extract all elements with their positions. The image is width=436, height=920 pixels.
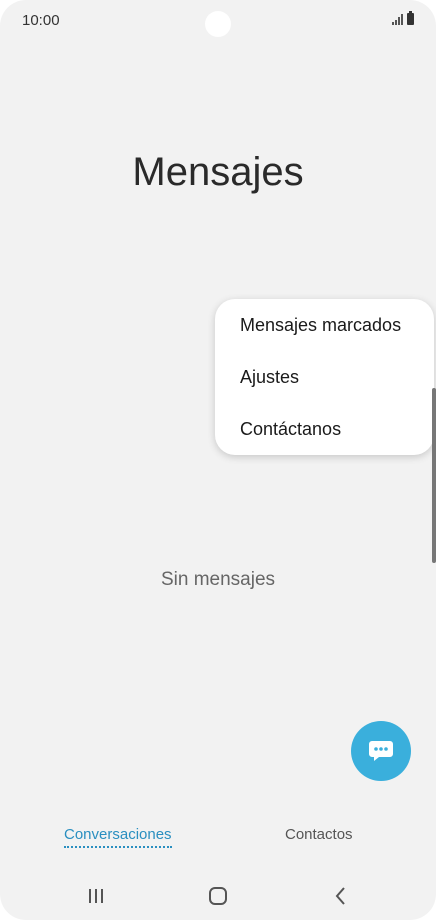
tab-conversations[interactable]: Conversaciones [64, 826, 172, 848]
status-time: 10:00 [22, 12, 60, 29]
scrollbar[interactable] [432, 388, 436, 563]
empty-state-text: Sin mensajes [160, 569, 276, 590]
home-button[interactable] [203, 884, 233, 908]
front-camera [205, 11, 231, 37]
home-icon [209, 887, 227, 905]
back-icon [335, 887, 345, 905]
back-button[interactable] [326, 884, 356, 908]
tab-contacts[interactable]: Contactos [285, 826, 353, 843]
recent-apps-icon [89, 889, 103, 903]
status-icons [392, 11, 414, 25]
status-bar: 10:00 [0, 0, 436, 44]
compose-button[interactable] [351, 721, 411, 781]
battery-icon [407, 11, 414, 25]
menu-item-contact-us[interactable]: Contáctanos [240, 419, 341, 440]
menu-item-starred-messages[interactable]: Mensajes marcados [240, 315, 401, 336]
app-title: Mensajes [132, 150, 304, 194]
navigation-bar [0, 876, 436, 916]
menu-item-settings[interactable]: Ajustes [240, 367, 299, 388]
phone-screen: 10:00 Mensajes Mensajes marcados Ajustes… [0, 0, 436, 920]
chat-bubble-icon [369, 741, 393, 761]
overflow-menu: Mensajes marcados Ajustes Contáctanos [215, 299, 434, 455]
bottom-tabs: Conversaciones Contactos [0, 826, 436, 856]
signal-icon [392, 13, 403, 25]
recent-apps-button[interactable] [81, 884, 111, 908]
